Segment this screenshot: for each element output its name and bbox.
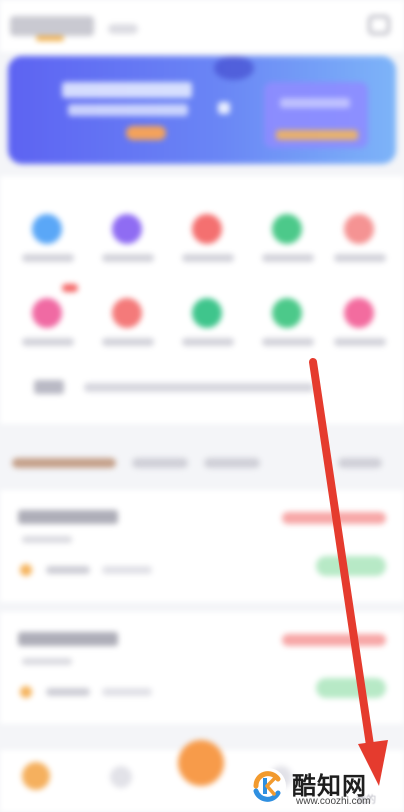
grid-item[interactable] bbox=[168, 268, 248, 348]
item-price bbox=[282, 634, 386, 646]
item-tag-icon bbox=[20, 686, 32, 698]
grid-item-label bbox=[334, 254, 386, 262]
list-item[interactable] bbox=[0, 612, 404, 724]
grid-item-label bbox=[22, 254, 74, 262]
banner-decoration bbox=[214, 56, 254, 80]
grid-item-icon bbox=[272, 298, 302, 328]
grid-item[interactable] bbox=[88, 184, 168, 264]
item-subtitle bbox=[22, 536, 72, 543]
item-subtitle bbox=[22, 658, 72, 665]
list-item[interactable] bbox=[0, 490, 404, 602]
promo-banner[interactable] bbox=[8, 56, 396, 164]
banner-tag bbox=[218, 102, 230, 114]
item-meta bbox=[102, 688, 152, 696]
tab-active[interactable] bbox=[12, 458, 116, 468]
location-label[interactable] bbox=[108, 24, 138, 34]
coozhi-logo-icon bbox=[250, 768, 286, 804]
banner-headline bbox=[62, 82, 192, 98]
grid-item[interactable] bbox=[320, 184, 400, 264]
banner-subline bbox=[68, 104, 188, 116]
grid-item[interactable] bbox=[248, 268, 328, 348]
watermark-url: www.coozhi.com bbox=[296, 796, 371, 807]
grid-item-icon bbox=[112, 298, 142, 328]
grid-item-label bbox=[262, 254, 314, 262]
grid-item-icon bbox=[32, 214, 62, 244]
item-meta bbox=[102, 566, 152, 574]
banner-card-text bbox=[280, 98, 350, 108]
grid-item-icon bbox=[344, 298, 374, 328]
grid-item[interactable] bbox=[88, 268, 168, 348]
notice-icon bbox=[34, 380, 64, 394]
watermark: 酷知网 www.coozhi.com bbox=[244, 764, 404, 812]
banner-card-bar bbox=[276, 130, 358, 140]
grid-item-icon bbox=[192, 214, 222, 244]
new-badge bbox=[62, 284, 78, 292]
grid-item-label bbox=[182, 338, 234, 346]
grid-item-icon bbox=[112, 214, 142, 244]
banner-illustration bbox=[264, 82, 368, 148]
category-tabs bbox=[0, 442, 404, 480]
grid-item[interactable] bbox=[168, 184, 248, 264]
notice-bar[interactable] bbox=[28, 378, 378, 398]
item-action-button[interactable] bbox=[316, 556, 386, 576]
grid-item[interactable] bbox=[8, 268, 88, 348]
tab-third[interactable] bbox=[204, 458, 260, 468]
item-tag-icon bbox=[20, 564, 32, 576]
grid-item-icon bbox=[344, 214, 374, 244]
grid-item-label bbox=[102, 254, 154, 262]
blurred-content bbox=[0, 0, 404, 812]
nav-center-icon[interactable] bbox=[178, 740, 224, 786]
page-title bbox=[10, 16, 94, 36]
grid-item-icon bbox=[272, 214, 302, 244]
grid-item-icon bbox=[32, 298, 62, 328]
grid-item-label bbox=[182, 254, 234, 262]
top-header bbox=[0, 0, 404, 52]
item-title bbox=[18, 510, 118, 524]
nav-second-icon[interactable] bbox=[110, 766, 132, 788]
notice-text bbox=[84, 383, 314, 392]
app-screen: 我的 酷知网 www.coozhi.com bbox=[0, 0, 404, 812]
menu-icon[interactable] bbox=[368, 15, 390, 35]
tab-second[interactable] bbox=[132, 458, 188, 468]
grid-item-label bbox=[334, 338, 386, 346]
title-underline bbox=[36, 36, 64, 41]
banner-button[interactable] bbox=[126, 126, 166, 140]
item-title bbox=[18, 632, 118, 646]
grid-item-label bbox=[262, 338, 314, 346]
grid-item-icon bbox=[192, 298, 222, 328]
nav-home-icon[interactable] bbox=[22, 762, 50, 790]
grid-item-label bbox=[22, 338, 74, 346]
item-tag bbox=[46, 566, 90, 574]
tab-more[interactable] bbox=[338, 458, 382, 468]
item-price bbox=[282, 512, 386, 524]
item-action-button[interactable] bbox=[316, 678, 386, 698]
grid-item[interactable] bbox=[248, 184, 328, 264]
item-tag bbox=[46, 688, 90, 696]
grid-item[interactable] bbox=[320, 268, 400, 348]
grid-item[interactable] bbox=[8, 184, 88, 264]
grid-item-label bbox=[102, 338, 154, 346]
